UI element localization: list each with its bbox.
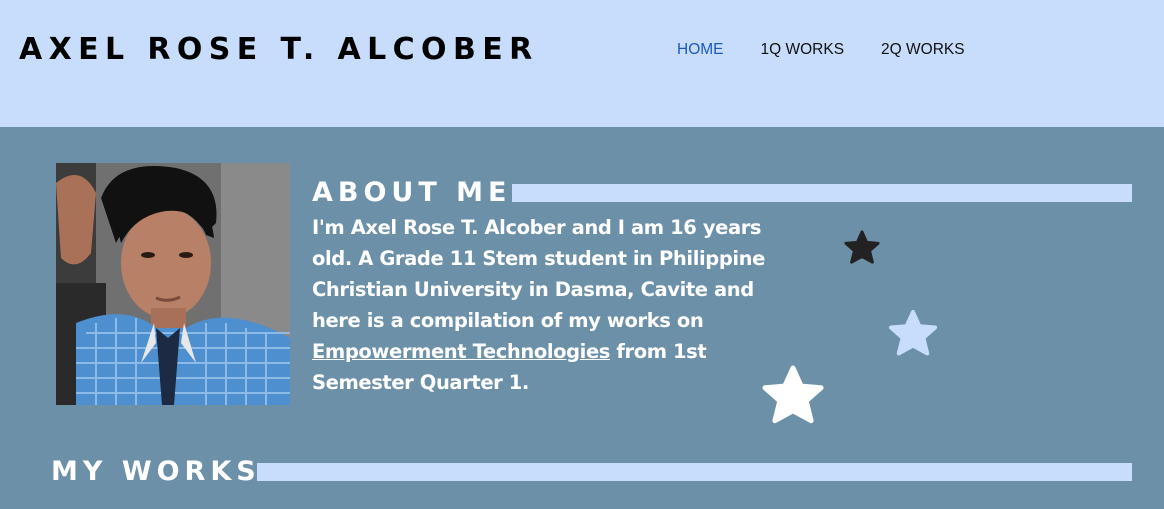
main-nav: HOME 1Q WORKS 2Q WORKS — [677, 40, 1002, 60]
about-heading-bar — [512, 184, 1132, 202]
works-heading-bar — [257, 463, 1132, 481]
site-title[interactable]: AXEL ROSE T. ALCOBER — [19, 30, 539, 70]
nav-home[interactable]: HOME — [677, 40, 724, 60]
site-header: AXEL ROSE T. ALCOBER HOME 1Q WORKS 2Q WO… — [0, 0, 1164, 127]
star-dark-icon — [844, 230, 880, 264]
page: AXEL ROSE T. ALCOBER HOME 1Q WORKS 2Q WO… — [0, 0, 1164, 509]
nav-1q-works[interactable]: 1Q WORKS — [761, 40, 845, 60]
star-light-icon — [888, 309, 938, 356]
about-text: I'm Axel Rose T. Alcober and I am 16 yea… — [312, 212, 792, 398]
about-text-intro: I'm Axel Rose T. Alcober and I am 16 yea… — [312, 216, 765, 332]
profile-photo-illustration — [56, 163, 290, 405]
profile-photo — [56, 163, 290, 405]
nav-2q-works[interactable]: 2Q WORKS — [881, 40, 965, 60]
star-white-icon — [762, 365, 824, 424]
about-heading: ABOUT ME — [312, 177, 512, 208]
empowerment-technologies-link[interactable]: Empowerment Technologies — [312, 340, 610, 363]
works-heading: MY WORKS — [51, 456, 261, 487]
